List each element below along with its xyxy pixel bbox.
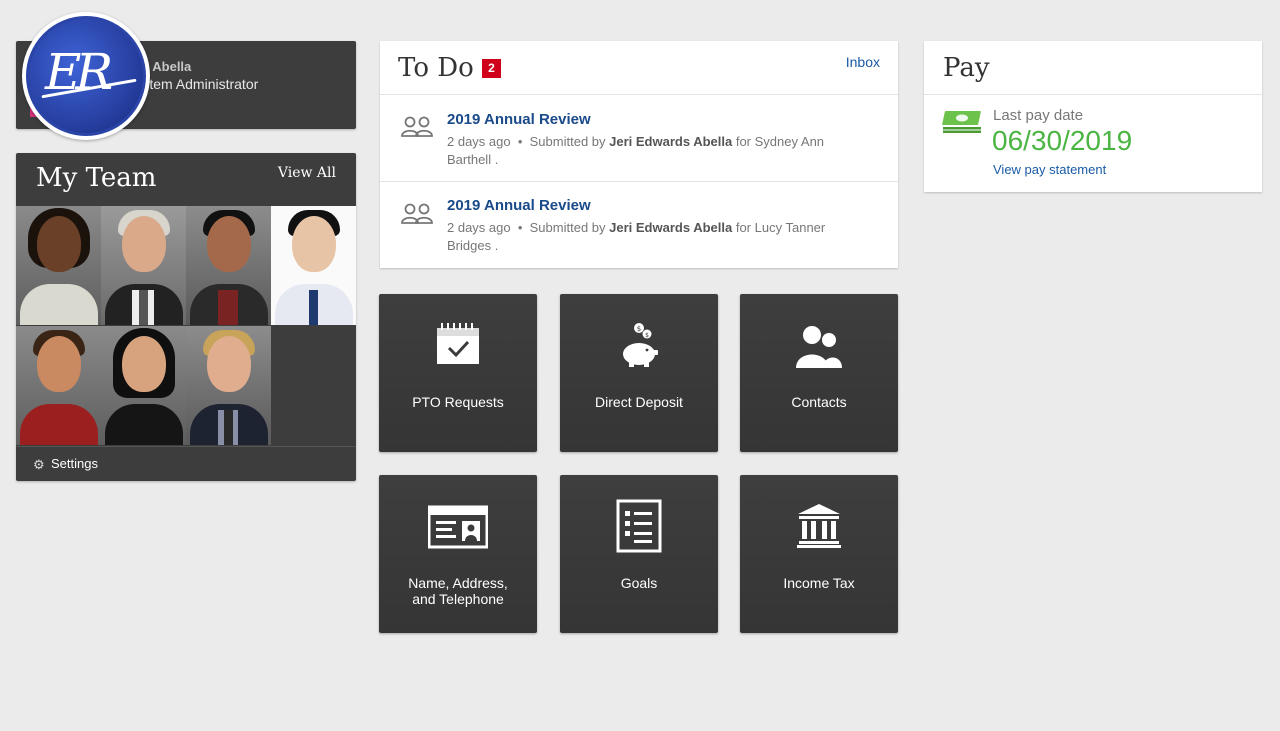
tile-income-tax[interactable]: Income Tax <box>740 475 898 633</box>
todo-item[interactable]: 2019 Annual Review 2 days ago • Submitte… <box>380 95 898 181</box>
view-all-link[interactable]: View All <box>278 165 336 181</box>
tile-direct-deposit[interactable]: $ $ Direct Deposit <box>560 294 718 452</box>
team-member-avatar[interactable] <box>101 206 186 325</box>
team-member-avatar[interactable] <box>186 206 271 325</box>
svg-text:$: $ <box>645 332 649 339</box>
view-pay-statement-link[interactable]: View pay statement <box>993 162 1106 177</box>
tile-name-address-telephone[interactable]: Name, Address, and Telephone <box>379 475 537 633</box>
team-member-avatar[interactable] <box>16 206 101 325</box>
todo-item-meta: 2 days ago • Submitted by Jeri Edwards A… <box>447 220 826 253</box>
todo-item-meta: 2 days ago • Submitted by Jeri Edwards A… <box>447 134 825 167</box>
last-pay-date-label: Last pay date <box>993 107 1084 124</box>
pay-title: Pay <box>943 53 990 83</box>
id-card-icon <box>428 505 488 549</box>
er-logo: ER <box>22 12 150 140</box>
todo-item-title[interactable]: 2019 Annual Review <box>447 111 591 128</box>
tile-goals[interactable]: Goals <box>560 475 718 633</box>
contacts-icon <box>796 326 842 368</box>
team-settings-bar[interactable]: ⚙ Settings <box>16 446 356 481</box>
my-team-title: My Team <box>36 163 157 193</box>
logo-emblem: ER <box>26 16 146 136</box>
tile-pto-requests[interactable]: PTO Requests <box>379 294 537 452</box>
todo-card: To Do 2 Inbox 2019 Annual Review 2 days … <box>380 41 898 268</box>
gear-icon: ⚙ <box>33 457 45 472</box>
checklist-icon <box>616 499 662 553</box>
tile-label: Name, Address, and Telephone <box>408 575 508 607</box>
team-member-avatar[interactable] <box>101 326 186 445</box>
tile-label: Goals <box>620 575 658 591</box>
piggy-bank-icon: $ $ <box>623 323 658 367</box>
tile-label: PTO Requests <box>412 394 504 410</box>
my-team-card: My Team View All ⚙ Settings <box>16 153 356 481</box>
todo-item[interactable]: 2019 Annual Review 2 days ago • Submitte… <box>380 182 898 268</box>
tile-label: Direct Deposit <box>595 394 683 410</box>
settings-label: Settings <box>51 456 98 471</box>
calendar-check-icon <box>437 323 479 364</box>
group-icon <box>401 116 433 137</box>
group-icon <box>401 203 433 224</box>
team-member-avatar[interactable] <box>186 326 271 445</box>
todo-count-badge: 2 <box>482 59 501 78</box>
team-member-avatar[interactable] <box>16 326 101 445</box>
tile-contacts[interactable]: Contacts <box>740 294 898 452</box>
todo-title: To Do <box>398 53 474 83</box>
bank-building-icon <box>797 504 841 548</box>
cash-icon <box>942 111 981 133</box>
todo-item-title[interactable]: 2019 Annual Review <box>447 197 591 214</box>
last-pay-date-value: 06/30/2019 <box>992 125 1133 156</box>
pay-card: Pay Last pay date 06/30/2019 View pay st… <box>924 41 1262 192</box>
pay-divider <box>924 94 1262 95</box>
team-photo-grid <box>16 206 356 446</box>
tile-label: Income Tax <box>783 575 855 591</box>
inbox-link[interactable]: Inbox <box>846 54 880 70</box>
tile-label: Contacts <box>791 394 847 410</box>
team-member-avatar[interactable] <box>271 206 356 325</box>
svg-text:$: $ <box>637 325 641 333</box>
